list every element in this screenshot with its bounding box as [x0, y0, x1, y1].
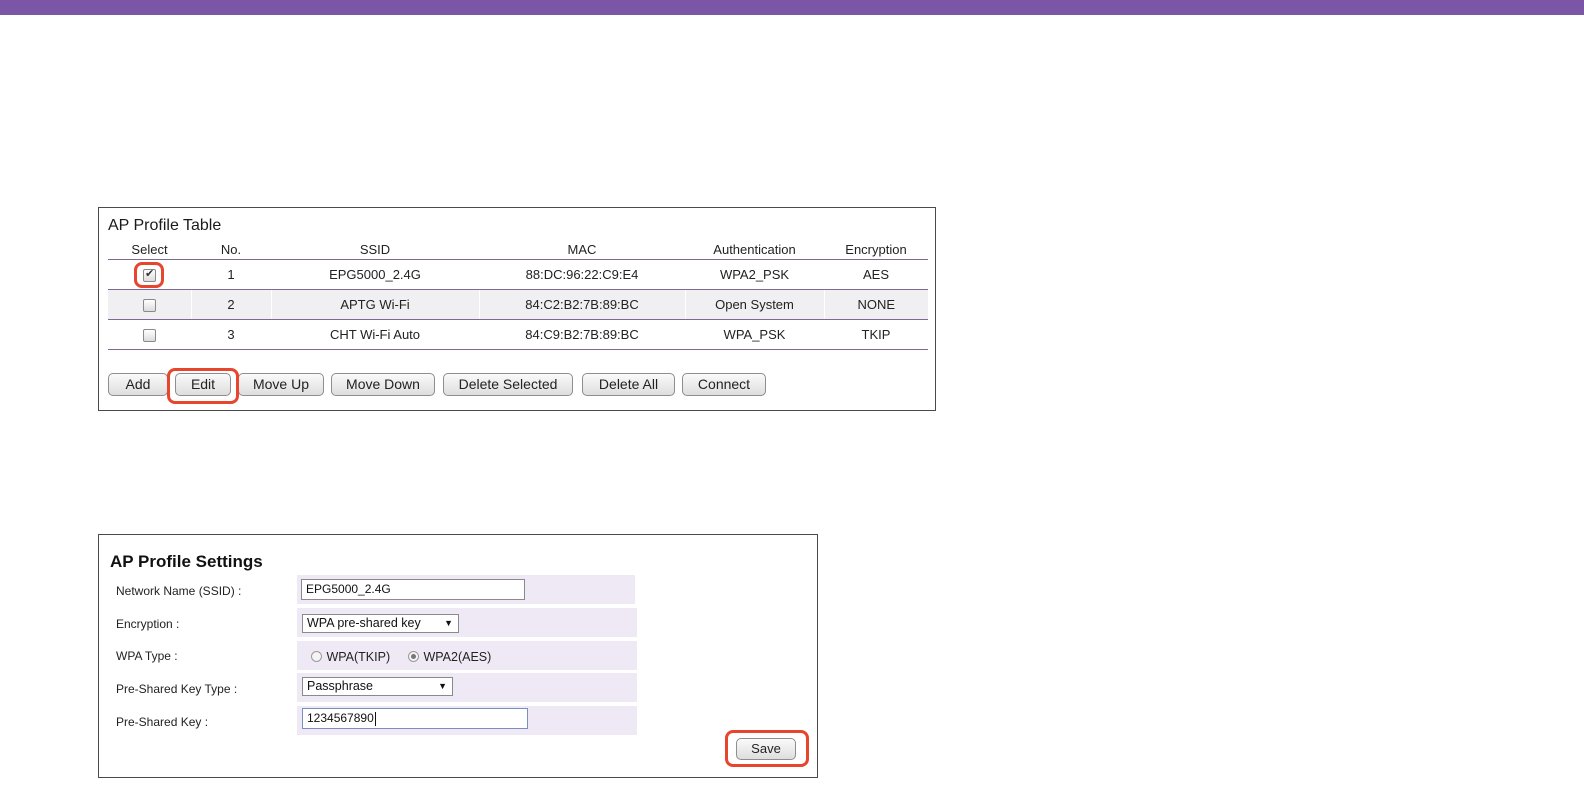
- row-mac: 88:DC:96:22:C9:E4: [479, 259, 685, 290]
- ap-profile-settings-title: AP Profile Settings: [110, 552, 263, 571]
- wpa2-aes-label: WPA2(AES): [423, 649, 492, 664]
- col-header-mac: MAC: [479, 239, 685, 260]
- row-select-checkbox[interactable]: [142, 299, 156, 313]
- move-up-button[interactable]: Move Up: [238, 373, 324, 396]
- row-select-checkbox[interactable]: [143, 329, 156, 343]
- row-no: 3: [191, 319, 271, 350]
- row-authentication: WPA_PSK: [685, 319, 824, 350]
- ap-profile-table-panel: AP Profile Table Select No. SSID MAC Aut…: [98, 207, 936, 411]
- psk-type-label: Pre-Shared Key Type :: [116, 682, 238, 696]
- wpa-type-radio-group: WPA(TKIP) WPA2(AES): [311, 648, 491, 666]
- edit-button[interactable]: Edit: [175, 373, 231, 396]
- psk-type-select[interactable]: Passphrase ▼: [302, 677, 453, 696]
- psk-input[interactable]: 1234567890: [302, 708, 528, 729]
- chevron-down-icon: ▼: [438, 681, 447, 691]
- row-mac: 84:C9:B2:7B:89:BC: [479, 319, 685, 350]
- row-no: 2: [190, 289, 271, 320]
- ap-profile-table: Select No. SSID MAC Authentication Encry…: [108, 239, 928, 350]
- col-header-encryption: Encryption: [824, 239, 928, 260]
- move-down-button[interactable]: Move Down: [331, 373, 435, 396]
- col-header-select: Select: [108, 239, 191, 260]
- ssid-label: Network Name (SSID) :: [116, 584, 242, 598]
- encryption-select-value: WPA pre-shared key: [307, 616, 421, 630]
- row-mac: 84:C2:B2:7B:89:BC: [478, 289, 685, 320]
- col-header-authentication: Authentication: [685, 239, 824, 260]
- table-row[interactable]: 1 EPG5000_2.4G 88:DC:96:22:C9:E4 WPA2_PS…: [108, 259, 928, 290]
- delete-selected-button[interactable]: Delete Selected: [443, 373, 573, 396]
- table-header-row: Select No. SSID MAC Authentication Encry…: [108, 239, 928, 260]
- row-no: 1: [191, 259, 271, 290]
- psk-label: Pre-Shared Key :: [116, 715, 209, 729]
- row-ssid: CHT Wi-Fi Auto: [271, 319, 479, 350]
- encryption-label: Encryption :: [116, 617, 180, 631]
- table-row[interactable]: 2 APTG Wi-Fi 84:C2:B2:7B:89:BC Open Syst…: [108, 289, 928, 320]
- table-row[interactable]: 3 CHT Wi-Fi Auto 84:C9:B2:7B:89:BC WPA_P…: [108, 319, 928, 350]
- wpa-tkip-radio[interactable]: [311, 651, 322, 663]
- ap-profile-table-title: AP Profile Table: [108, 217, 222, 234]
- delete-all-button[interactable]: Delete All: [582, 373, 675, 396]
- chevron-down-icon: ▼: [444, 618, 453, 628]
- row-encryption: AES: [824, 259, 928, 290]
- ap-profile-settings-panel: AP Profile Settings Network Name (SSID) …: [98, 534, 818, 778]
- row-encryption: NONE: [823, 289, 928, 320]
- psk-type-select-value: Passphrase: [307, 679, 374, 693]
- connect-button[interactable]: Connect: [682, 373, 766, 396]
- row-authentication: WPA2_PSK: [685, 259, 824, 290]
- add-button[interactable]: Add: [108, 373, 168, 396]
- psk-input-value: 1234567890: [307, 711, 374, 725]
- save-button[interactable]: Save: [736, 738, 796, 760]
- col-header-no: No.: [191, 239, 271, 260]
- wpa-tkip-label: WPA(TKIP): [326, 649, 391, 664]
- row-ssid: APTG Wi-Fi: [270, 289, 479, 320]
- row-ssid: EPG5000_2.4G: [271, 259, 479, 290]
- encryption-select[interactable]: WPA pre-shared key ▼: [302, 614, 459, 633]
- wpa-type-label: WPA Type :: [116, 649, 178, 663]
- row-authentication: Open System: [684, 289, 824, 320]
- row-select-checkbox[interactable]: [143, 267, 156, 283]
- text-caret: [374, 711, 376, 726]
- row-encryption: TKIP: [824, 319, 928, 350]
- wpa2-aes-radio[interactable]: [408, 651, 420, 663]
- top-banner: [0, 0, 1584, 15]
- col-header-ssid: SSID: [271, 239, 479, 260]
- ssid-input[interactable]: EPG5000_2.4G: [301, 579, 525, 600]
